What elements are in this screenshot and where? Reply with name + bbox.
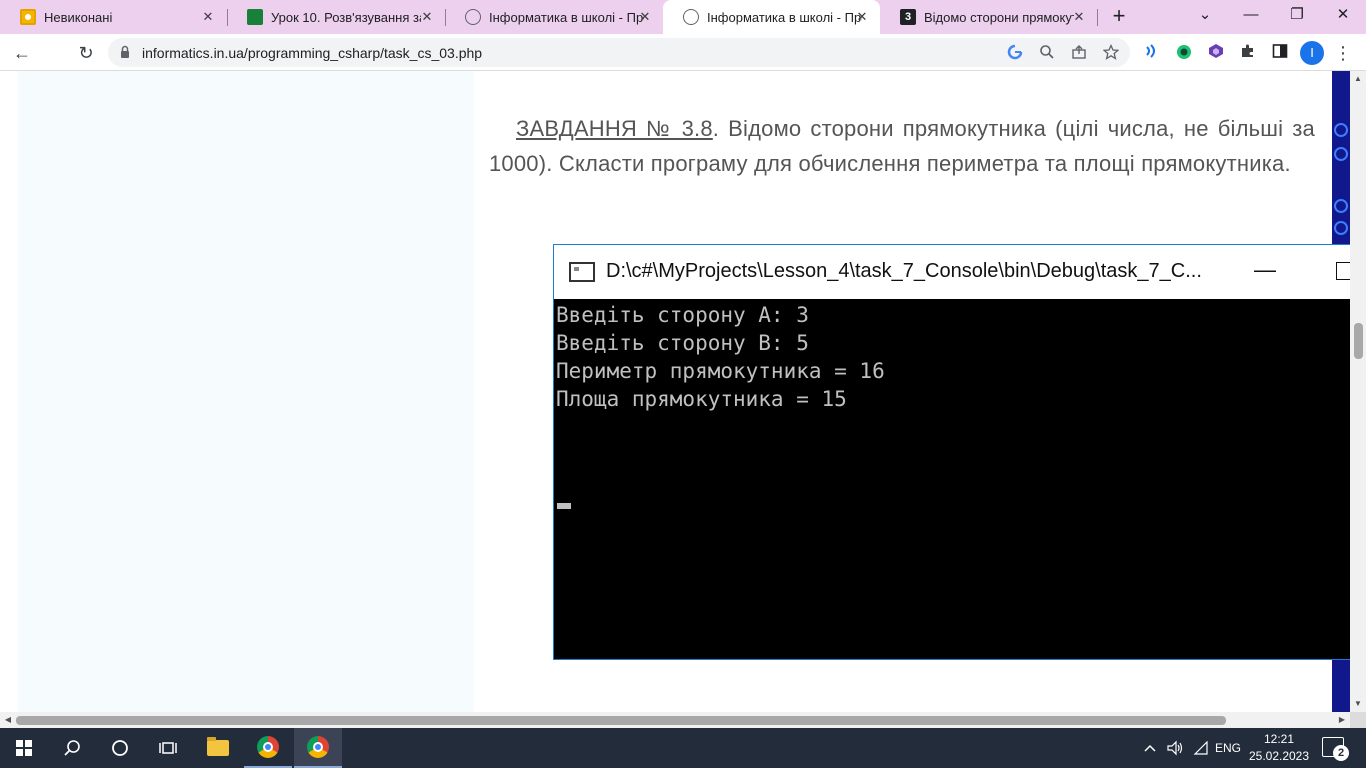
console-title: D:\c#\MyProjects\Lesson_4\task_7_Console… [606, 260, 1202, 282]
tab-title: Інформатика в школі - Прог [707, 9, 862, 25]
tab-title: Відомо сторони прямокутн [924, 9, 1074, 25]
task-view-button[interactable] [144, 728, 192, 768]
classroom-icon [20, 9, 36, 25]
cube-extension-icon[interactable] [1207, 43, 1225, 61]
green-circle-extension-icon[interactable] [1175, 43, 1193, 61]
console-minimize-icon: — [1254, 257, 1276, 282]
network-icon [1193, 741, 1208, 755]
tab-search-button[interactable]: ⌄ [1182, 0, 1228, 30]
search-icon [64, 740, 80, 756]
lock-icon[interactable] [120, 45, 130, 59]
zoom-icon[interactable] [1038, 44, 1056, 62]
cortana-button[interactable] [96, 728, 144, 768]
cortana-circle-icon [112, 740, 128, 756]
tab-strip: Невиконані ✕ Урок 10. Розв'язування зада… [0, 0, 1366, 34]
bookmark-star-icon[interactable] [1102, 43, 1120, 62]
show-hidden-icons-button[interactable] [1140, 728, 1160, 768]
console-line: Площа прямокутника = 15 [556, 387, 847, 411]
windows-logo-icon [16, 740, 32, 756]
sheets-icon [247, 9, 263, 25]
chrome-icon [307, 736, 329, 758]
tab-lesson-10[interactable]: Урок 10. Розв'язування зада ✕ [227, 0, 445, 34]
task-description: ЗАВДАННЯ № 3.8. Відомо сторони прямокутн… [489, 111, 1315, 181]
chevron-up-icon [1144, 744, 1156, 752]
tab-informatics-active[interactable]: Інформатика в школі - Прог ✕ [663, 0, 880, 34]
chrome-icon [257, 736, 279, 758]
tab-close-icon[interactable]: ✕ [637, 9, 653, 25]
console-line: Периметр прямокутника = 16 [556, 359, 885, 383]
tab-close-icon[interactable]: ✕ [200, 9, 216, 25]
globe-icon [683, 9, 699, 25]
console-app-icon [569, 262, 595, 282]
start-button[interactable] [0, 728, 48, 768]
tab-separator [1097, 9, 1098, 26]
scroll-up-arrow-icon[interactable]: ▲ [1350, 71, 1366, 87]
left-sidebar [18, 71, 474, 712]
decorative-circle [1334, 147, 1348, 161]
console-output: Введіть сторону A: 3 Введіть сторону B: 5… [556, 301, 885, 413]
vertical-scroll-thumb[interactable] [1354, 323, 1363, 359]
google-icon[interactable] [1006, 44, 1024, 62]
tab-nevykonani[interactable]: Невиконані ✕ [0, 0, 226, 34]
scrollbar-corner [1350, 712, 1366, 728]
tab-title: Урок 10. Розв'язування зада [271, 9, 421, 25]
url-text[interactable]: informatics.in.ua/programming_csharp/tas… [142, 45, 482, 61]
tab-close-icon[interactable]: ✕ [1071, 9, 1087, 25]
tab-title: Невиконані [44, 9, 113, 25]
network-button[interactable] [1190, 728, 1212, 768]
scroll-right-arrow-icon[interactable]: ▶ [1334, 712, 1350, 728]
reload-button[interactable]: ↻ [74, 41, 98, 65]
task-view-icon [159, 742, 177, 754]
minimize-button[interactable]: — [1228, 0, 1274, 30]
share-icon[interactable] [1070, 44, 1088, 62]
tab-informatics-1[interactable]: Інформатика в школі - Прог ✕ [445, 0, 663, 34]
tab-close-icon[interactable]: ✕ [854, 9, 870, 25]
close-window-button[interactable]: ✕ [1320, 0, 1366, 30]
console-line: Введіть сторону B: 5 [556, 331, 809, 355]
page-viewport: ЗАВДАННЯ № 3.8. Відомо сторони прямокутн… [0, 71, 1350, 712]
console-cursor [557, 503, 571, 509]
decorative-circle [1334, 221, 1348, 235]
file-explorer-button[interactable] [194, 728, 242, 768]
decorative-circle [1334, 199, 1348, 213]
chrome-taskbar-button[interactable] [244, 728, 292, 768]
scroll-left-arrow-icon[interactable]: ◀ [0, 712, 16, 728]
horizontal-scroll-thumb[interactable] [16, 716, 1226, 725]
doc-icon: 3 [900, 9, 916, 25]
console-line: Введіть сторону A: 3 [556, 303, 809, 327]
profile-avatar[interactable]: I [1300, 41, 1324, 65]
clock-date: 25.02.2023 [1248, 749, 1310, 763]
language-indicator[interactable]: ENG [1212, 728, 1244, 768]
console-maximize-icon [1336, 262, 1350, 280]
clock[interactable]: 12:21 25.02.2023 [1248, 731, 1310, 765]
new-tab-button[interactable]: + [1108, 5, 1130, 28]
restore-button[interactable]: ❐ [1274, 0, 1320, 30]
task-link[interactable]: ЗАВДАННЯ № 3.8 [516, 116, 713, 141]
vertical-scrollbar[interactable]: ▲ ▼ [1350, 71, 1366, 712]
back-button[interactable]: ← [10, 41, 34, 65]
console-title-bar: D:\c#\MyProjects\Lesson_4\task_7_Console… [554, 245, 1350, 299]
browser-menu-icon[interactable]: ⋮ [1334, 41, 1352, 65]
clock-time: 12:21 [1263, 732, 1295, 746]
globe-icon [465, 9, 481, 25]
tab-close-icon[interactable]: ✕ [419, 9, 435, 25]
browser-toolbar: ← ↻ informatics.in.ua/programming_csharp… [0, 34, 1366, 71]
address-bar[interactable]: informatics.in.ua/programming_csharp/tas… [108, 38, 1130, 67]
scroll-down-arrow-icon[interactable]: ▼ [1350, 696, 1366, 712]
horizontal-scrollbar[interactable]: ◀ ▶ [0, 712, 1350, 728]
search-button[interactable] [48, 728, 96, 768]
console-window-image: D:\c#\MyProjects\Lesson_4\task_7_Console… [553, 244, 1350, 660]
extensions-puzzle-icon[interactable] [1239, 43, 1257, 61]
taskbar: ENG 12:21 25.02.2023 2 [0, 728, 1366, 768]
speaker-icon [1167, 740, 1183, 756]
tab-rectangle-sides[interactable]: 3 Відомо сторони прямокутн ✕ [880, 0, 1097, 34]
read-aloud-extension-icon[interactable] [1143, 43, 1161, 61]
side-panel-icon[interactable] [1271, 43, 1289, 61]
decorative-circle [1334, 123, 1348, 137]
folder-icon [207, 737, 229, 756]
chrome-profile-taskbar-button[interactable] [294, 728, 342, 768]
notification-count-badge: 2 [1333, 745, 1349, 761]
volume-button[interactable] [1164, 728, 1186, 768]
tab-title: Інформатика в школі - Прог [489, 9, 644, 25]
